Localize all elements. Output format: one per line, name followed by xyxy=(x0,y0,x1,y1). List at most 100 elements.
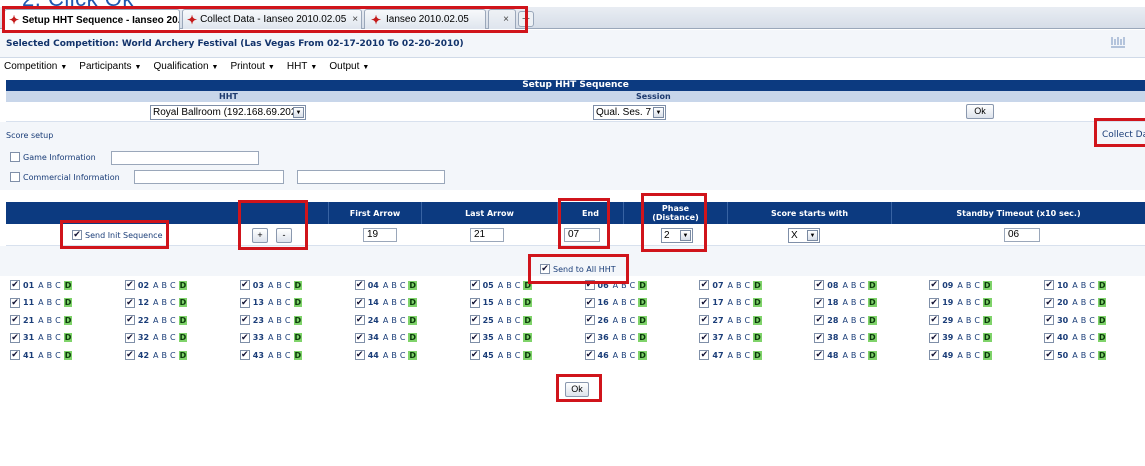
target-checkbox[interactable]: ✔ xyxy=(699,315,710,326)
target-letter[interactable]: C xyxy=(55,298,61,307)
target-letter[interactable]: C xyxy=(630,281,636,290)
target-letter[interactable]: A xyxy=(728,281,733,290)
target-checkbox[interactable]: ✔ xyxy=(354,315,365,326)
target-40[interactable]: ✔ 40 A B C D xyxy=(1044,330,1107,346)
target-letter[interactable]: C xyxy=(285,281,291,290)
target-letter[interactable]: B xyxy=(162,351,168,360)
close-icon[interactable]: × xyxy=(346,14,358,25)
target-03[interactable]: ✔ 03 A B C D xyxy=(239,277,303,293)
target-checkbox[interactable]: ✔ xyxy=(1044,350,1055,361)
target-letter[interactable]: A xyxy=(1072,298,1077,307)
target-letter[interactable]: C xyxy=(400,351,406,360)
target-letter[interactable]: A xyxy=(498,281,503,290)
target-checkbox[interactable]: ✔ xyxy=(124,297,135,308)
tab-empty[interactable]: × xyxy=(488,9,516,29)
target-letter[interactable]: B xyxy=(391,281,397,290)
target-letter[interactable]: A xyxy=(153,316,158,325)
target-checkbox[interactable]: ✔ xyxy=(10,350,20,361)
target-letter[interactable]: A xyxy=(613,298,618,307)
target-checkbox[interactable]: ✔ xyxy=(1044,332,1055,343)
target-letter[interactable]: B xyxy=(506,333,512,342)
target-letter[interactable]: C xyxy=(400,333,406,342)
target-08[interactable]: ✔ 08 A B C D xyxy=(814,277,877,293)
target-letter[interactable]: A xyxy=(1072,333,1077,342)
first-arrow-input[interactable]: 19 xyxy=(363,228,397,242)
target-letter[interactable]: A xyxy=(498,298,503,307)
target-letter[interactable]: B xyxy=(1081,351,1087,360)
target-letter[interactable]: C xyxy=(515,333,521,342)
target-checkbox[interactable]: ✔ xyxy=(699,350,710,361)
target-letter[interactable]: B xyxy=(506,281,512,290)
target-checkbox[interactable]: ✔ xyxy=(10,332,20,343)
target-checkbox[interactable]: ✔ xyxy=(699,297,710,308)
target-letter[interactable]: C xyxy=(974,298,980,307)
target-letter-d[interactable]: D xyxy=(63,298,73,308)
target-letter-d[interactable]: D xyxy=(1097,298,1107,308)
target-letter-d[interactable]: D xyxy=(408,333,418,343)
target-checkbox[interactable]: ✔ xyxy=(354,332,365,343)
collect-data-link[interactable]: Collect Dat xyxy=(1102,130,1145,140)
target-letter[interactable]: B xyxy=(391,316,397,325)
game-information-checkbox[interactable] xyxy=(10,152,20,162)
target-checkbox[interactable]: ✔ xyxy=(469,350,480,361)
target-letter[interactable]: B xyxy=(966,316,972,325)
session-select[interactable]: Qual. Ses. 7 ▼ xyxy=(593,105,666,120)
target-06[interactable]: ✔ 06 A B C D xyxy=(584,277,647,293)
target-50[interactable]: ✔ 50 A B C D xyxy=(1044,347,1107,363)
menu-printout[interactable]: Printout ▼ xyxy=(230,61,274,72)
target-letter[interactable]: C xyxy=(55,281,61,290)
target-letter[interactable]: C xyxy=(974,333,980,342)
target-letter-d[interactable]: D xyxy=(408,280,418,290)
target-letter[interactable]: B xyxy=(851,298,857,307)
target-21[interactable]: ✔ 21 A B C D xyxy=(10,312,73,328)
target-letter[interactable]: A xyxy=(957,316,962,325)
target-checkbox[interactable]: ✔ xyxy=(1044,297,1055,308)
target-02[interactable]: ✔ 02 A B C D xyxy=(124,277,188,293)
target-letter[interactable]: A xyxy=(268,333,273,342)
target-42[interactable]: ✔ 42 A B C D xyxy=(124,347,188,363)
target-47[interactable]: ✔ 47 A B C D xyxy=(699,347,762,363)
target-letter[interactable]: B xyxy=(621,333,627,342)
target-23[interactable]: ✔ 23 A B C D xyxy=(239,312,303,328)
target-letter[interactable]: C xyxy=(515,298,521,307)
menu-output[interactable]: Output ▼ xyxy=(329,61,369,72)
target-letter[interactable]: A xyxy=(498,333,503,342)
target-letter[interactable]: A xyxy=(728,333,733,342)
target-letter[interactable]: C xyxy=(55,316,61,325)
target-48[interactable]: ✔ 48 A B C D xyxy=(814,347,877,363)
target-letter[interactable]: A xyxy=(498,351,503,360)
target-letter-d[interactable]: D xyxy=(982,333,992,343)
target-37[interactable]: ✔ 37 A B C D xyxy=(699,330,762,346)
target-checkbox[interactable]: ✔ xyxy=(584,280,595,290)
target-letter[interactable]: A xyxy=(268,281,273,290)
target-letter[interactable]: A xyxy=(153,281,158,290)
target-30[interactable]: ✔ 30 A B C D xyxy=(1044,312,1107,328)
target-letter-d[interactable]: D xyxy=(1097,280,1107,290)
target-letter[interactable]: B xyxy=(47,333,53,342)
target-checkbox[interactable]: ✔ xyxy=(124,280,135,290)
target-letter-d[interactable]: D xyxy=(293,315,303,325)
target-checkbox[interactable]: ✔ xyxy=(814,280,825,290)
target-letter[interactable]: C xyxy=(55,333,61,342)
target-letter[interactable]: C xyxy=(170,316,176,325)
target-15[interactable]: ✔ 15 A B C D xyxy=(469,295,532,311)
target-31[interactable]: ✔ 31 A B C D xyxy=(10,330,73,346)
target-letter[interactable]: A xyxy=(153,298,158,307)
target-17[interactable]: ✔ 17 A B C D xyxy=(699,295,762,311)
target-letter-d[interactable]: D xyxy=(523,315,532,325)
target-letter[interactable]: C xyxy=(170,298,176,307)
target-checkbox[interactable]: ✔ xyxy=(469,280,480,290)
target-checkbox[interactable]: ✔ xyxy=(1044,315,1055,326)
target-38[interactable]: ✔ 38 A B C D xyxy=(814,330,877,346)
target-letter[interactable]: B xyxy=(736,316,742,325)
tab-ianseo[interactable]: ✦ Ianseo 2010.02.05 xyxy=(364,9,486,29)
target-letter[interactable]: B xyxy=(47,281,53,290)
target-letter[interactable]: A xyxy=(268,298,273,307)
target-letter[interactable]: B xyxy=(162,333,168,342)
target-checkbox[interactable]: ✔ xyxy=(10,315,20,326)
score-starts-select[interactable]: X ▼ xyxy=(788,228,820,243)
send-ok-button[interactable]: Ok xyxy=(565,382,589,397)
target-13[interactable]: ✔ 13 A B C D xyxy=(239,295,303,311)
target-letter[interactable]: A xyxy=(613,316,618,325)
target-letter[interactable]: B xyxy=(966,351,972,360)
